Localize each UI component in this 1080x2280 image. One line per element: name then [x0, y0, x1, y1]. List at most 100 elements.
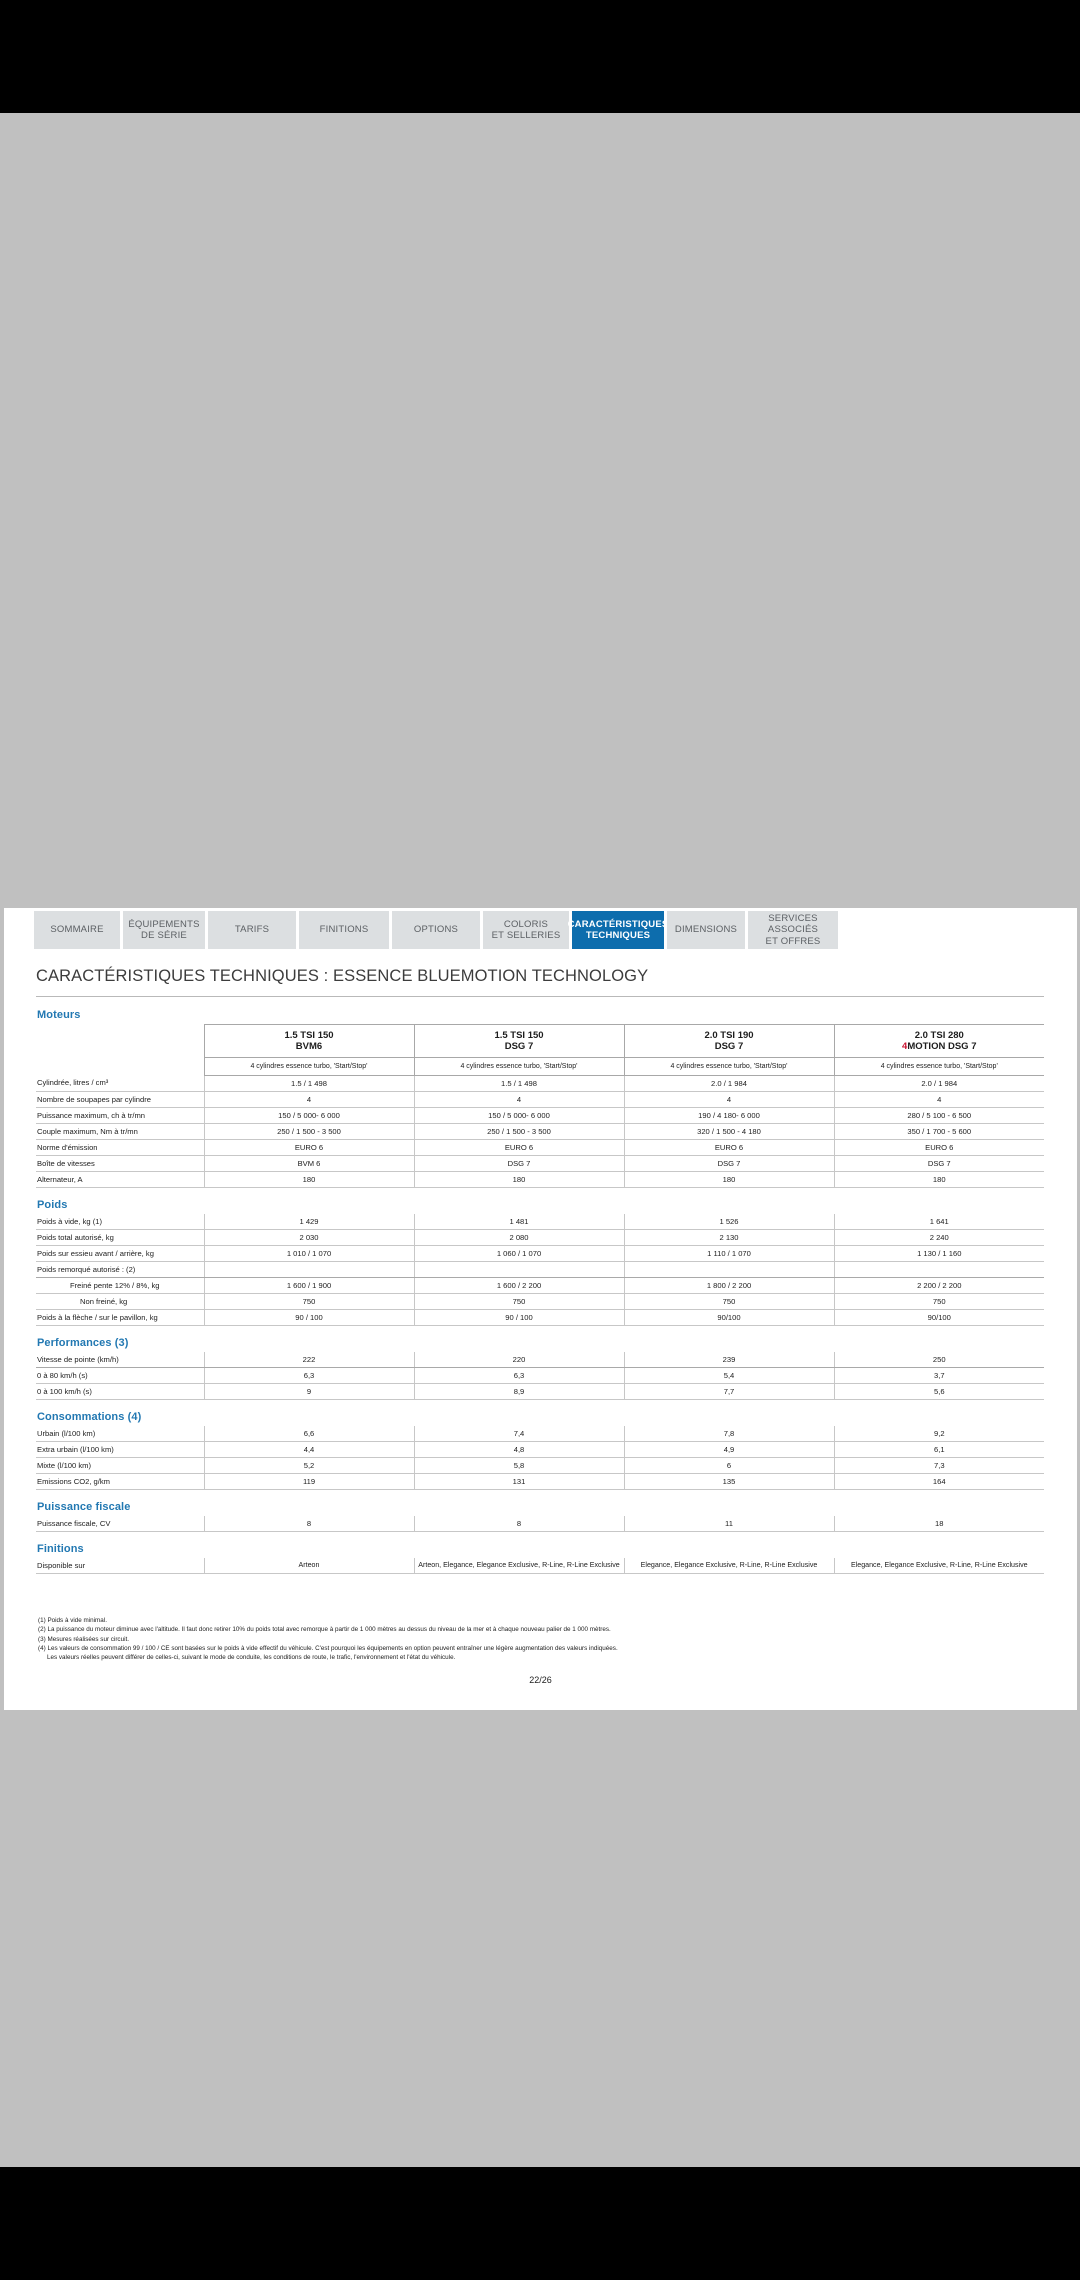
tab-caractéristiques-techniques[interactable]: CARACTÉRISTIQUES TECHNIQUES — [568, 911, 668, 949]
engine-header-row: 1.5 TSI 150 BVM6 1.5 TSI 150 DSG 7 2.0 TSI 1… — [36, 1024, 1045, 1058]
row-label: Extra urbain (l/100 km) — [36, 1441, 204, 1458]
row-value: 5,8 — [413, 1457, 624, 1474]
section-title: Poids — [37, 1199, 68, 1211]
section-title: Puissance fiscale — [37, 1501, 131, 1513]
row-value: 190 / 4 180- 6 000 — [623, 1107, 834, 1124]
row-value: 2.0 / 1 984 — [623, 1075, 834, 1092]
row-value: 1 800 / 2 200 — [623, 1277, 834, 1294]
row-value: 239 — [623, 1352, 834, 1368]
tab-services-associés-et-offres[interactable]: SERVICES ASSOCIÉS ET OFFRES — [748, 911, 838, 949]
tab-coloris-et-selleries[interactable]: COLORIS ET SELLERIES — [483, 911, 569, 949]
table-row: Emissions CO2, g/km 119 131 135 164 — [36, 1473, 1045, 1490]
row-value: 8 — [203, 1516, 414, 1532]
engine-caption: 4 cylindres essence turbo, 'Start/Stop' — [413, 1057, 624, 1076]
row-value: 1.5 / 1 498 — [203, 1075, 414, 1092]
row-label: Poids à vide, kg (1) — [36, 1214, 204, 1230]
section-title: Performances (3) — [37, 1337, 129, 1349]
section-tab-bar[interactable]: SOMMAIRE ÉQUIPEMENTS DE SÉRIE TARIFS FINITI… — [34, 911, 1050, 949]
footnote: (3) Mesures réalisées sur circuit. — [38, 1635, 129, 1643]
table-row: Poids remorqué autorisé : (2) — [36, 1261, 1045, 1278]
row-value: 1 481 — [413, 1214, 624, 1230]
pdf-viewer-backdrop: SOMMAIRE ÉQUIPEMENTS DE SÉRIE TARIFS FINITI… — [0, 113, 1080, 2167]
row-value: 180 — [833, 1171, 1045, 1188]
row-value — [413, 1261, 624, 1278]
engine-name: 1.5 TSI 150 — [494, 1030, 544, 1041]
row-value: EURO 6 — [203, 1139, 414, 1156]
row-value: 1 600 / 1 900 — [203, 1277, 414, 1294]
engine-gearbox: DSG 7 — [504, 1041, 534, 1052]
table-row: Poids à vide, kg (1) 1 429 1 481 1 526 1 641 — [36, 1214, 1045, 1230]
table-row: Alternateur, A 180 180 180 180 — [36, 1171, 1045, 1188]
row-label: Norme d'émission — [36, 1139, 204, 1156]
section-title: Consommations (4) — [37, 1411, 142, 1423]
footnote: (1) Poids à vide minimal. — [38, 1617, 107, 1624]
row-value: 1 600 / 2 200 — [413, 1277, 624, 1294]
row-value: 6 — [623, 1457, 834, 1474]
four-motion-badge: 4 — [902, 1041, 908, 1052]
tab-tarifs[interactable]: TARIFS — [208, 911, 296, 949]
row-value: 5,2 — [203, 1457, 414, 1474]
row-value: 320 / 1 500 - 4 180 — [623, 1123, 834, 1140]
row-value: 1.5 / 1 498 — [413, 1075, 624, 1092]
row-value: 2 030 — [203, 1229, 414, 1246]
row-label: Urbain (l/100 km) — [36, 1426, 204, 1442]
engine-name: 2.0 TSI 190 — [704, 1030, 754, 1041]
engine-caption: 4 cylindres essence turbo, 'Start/Stop' — [833, 1057, 1045, 1076]
row-value: DSG 7 — [833, 1155, 1045, 1172]
row-value: Elegance, Elegance Exclusive, R-Line, R-… — [623, 1558, 834, 1574]
tab-finitions[interactable]: FINITIONS — [299, 911, 389, 949]
row-value: 4 — [623, 1091, 834, 1108]
row-label: 0 à 100 km/h (s) — [36, 1383, 204, 1400]
row-value: 180 — [413, 1171, 624, 1188]
row-value: DSG 7 — [623, 1155, 834, 1172]
engine-name: 1.5 TSI 150 — [284, 1030, 334, 1041]
table-row: Non freiné, kg 750 750 750 750 — [36, 1293, 1045, 1310]
table-row: 0 à 80 km/h (s) 6,3 6,3 5,4 3,7 — [36, 1367, 1045, 1384]
technical-specs-table: Moteurs 1.5 TSI 150 BVM6 1.5 TSI 150 DSG 7 2.… — [36, 1003, 1045, 1574]
row-value: 1 010 / 1 070 — [203, 1245, 414, 1262]
row-value: 9,2 — [833, 1426, 1045, 1442]
row-value: 4,8 — [413, 1441, 624, 1458]
table-row: Nombre de soupapes par cylindre 4 4 4 4 — [36, 1091, 1045, 1108]
row-value: 180 — [203, 1171, 414, 1188]
row-value: 4,4 — [203, 1441, 414, 1458]
row-value: 220 — [413, 1352, 624, 1368]
row-value: 6,3 — [413, 1367, 624, 1384]
row-label: Boîte de vitesses — [36, 1155, 204, 1172]
table-row: Mixte (l/100 km) 5,2 5,8 6 7,3 — [36, 1457, 1045, 1474]
row-value — [623, 1261, 834, 1278]
row-value: EURO 6 — [623, 1139, 834, 1156]
tab-options[interactable]: OPTIONS — [392, 911, 480, 949]
tab-dimensions[interactable]: DIMENSIONS — [667, 911, 745, 949]
row-value: 3,7 — [833, 1367, 1045, 1384]
row-value: 4 — [413, 1091, 624, 1108]
table-row: Freiné pente 12% / 8%, kg 1 600 / 1 900 1 … — [36, 1277, 1045, 1294]
table-row: Extra urbain (l/100 km) 4,4 4,8 4,9 6,1 — [36, 1441, 1045, 1458]
row-value: 1 429 — [203, 1214, 414, 1230]
row-label: Mixte (l/100 km) — [36, 1457, 204, 1474]
row-value: 250 / 1 500 - 3 500 — [203, 1123, 414, 1140]
engine-column-header: 1.5 TSI 150 DSG 7 — [413, 1024, 624, 1058]
row-value: EURO 6 — [413, 1139, 624, 1156]
engine-column-header: 2.0 TSI 190 DSG 7 — [623, 1024, 834, 1058]
row-value: 6,3 — [203, 1367, 414, 1384]
title-divider — [36, 996, 1044, 997]
row-value: 90/100 — [623, 1309, 834, 1326]
page-number: 22/26 — [529, 1675, 552, 1685]
row-label: Poids remorqué autorisé : (2) — [36, 1261, 204, 1278]
row-value: 350 / 1 700 - 5 600 — [833, 1123, 1045, 1140]
row-label: 0 à 80 km/h (s) — [36, 1367, 204, 1384]
row-value: 6,6 — [203, 1426, 414, 1442]
engine-name: 2.0 TSI 280 — [914, 1030, 964, 1041]
row-value: 11 — [623, 1516, 834, 1532]
row-value: 4 — [203, 1091, 414, 1108]
footnote: Les valeurs réelles peuvent différer de … — [47, 1654, 456, 1662]
row-label: Puissance fiscale, CV — [36, 1516, 204, 1532]
row-value: 5,6 — [833, 1383, 1045, 1400]
engine-caption-row: 4 cylindres essence turbo, 'Start/Stop' 4… — [36, 1057, 1045, 1076]
tab-équipements-de-série[interactable]: ÉQUIPEMENTS DE SÉRIE — [123, 911, 205, 949]
section-header-row: Performances (3) — [36, 1326, 1044, 1353]
engine-header-blank — [36, 1025, 204, 1058]
row-value: 8,9 — [413, 1383, 624, 1400]
tab-sommaire[interactable]: SOMMAIRE — [34, 911, 120, 949]
